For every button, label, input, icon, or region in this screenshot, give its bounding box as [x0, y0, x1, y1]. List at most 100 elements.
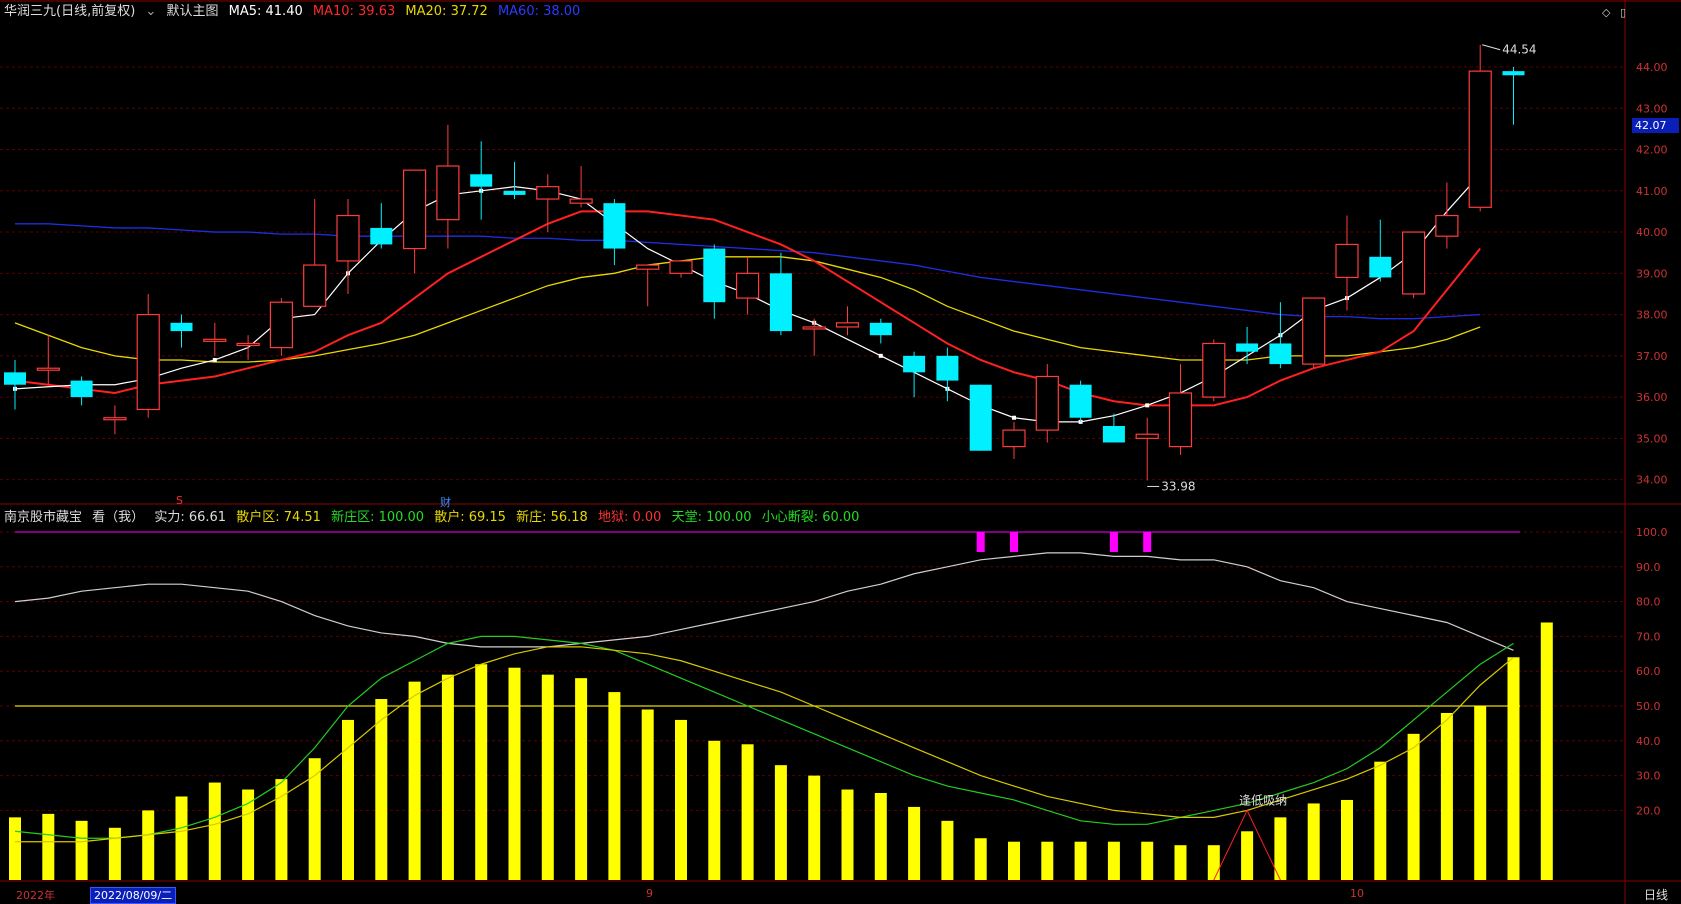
candle-down [969, 384, 992, 451]
ind-tick: 60.0 [1636, 665, 1661, 678]
candle-up [136, 313, 160, 411]
ma5-dot [1012, 415, 1016, 420]
candle-up [1401, 231, 1426, 295]
cai-marker[interactable]: 财 [440, 494, 451, 510]
indicator-view[interactable]: 看（我） [92, 510, 144, 525]
cursor-date-box: 2022/08/09/二 [90, 887, 177, 904]
candle-up [1002, 429, 1026, 448]
indicator-bar [308, 758, 321, 880]
price-tick: 36.00 [1636, 391, 1668, 404]
indicator-bar [908, 806, 921, 880]
magenta-marker [976, 532, 985, 552]
ind-tick: 90.0 [1636, 561, 1661, 574]
diyu-label: 地狱: 0.00 [597, 510, 662, 525]
candle-up [1435, 214, 1459, 237]
xiaoxin-label: 小心断裂: 60.00 [761, 510, 860, 525]
candle-down [1369, 256, 1392, 278]
xinzhuangqu-label: 新庄区: 100.00 [331, 510, 425, 525]
stock-chart-canvas[interactable]: 44.00 43.00 42.00 41.00 40.00 39.00 38.00 37.00… [0, 0, 1681, 904]
candle-up [1168, 392, 1193, 448]
indicator-bar [1507, 657, 1520, 880]
candle-down [70, 380, 93, 398]
candle-up [1302, 297, 1326, 365]
candle-down [1502, 71, 1525, 76]
indicator-bar [808, 775, 821, 880]
indicator-name[interactable]: 南京股市藏宝 [4, 510, 82, 525]
indicator-bar [608, 692, 621, 880]
ind-tick: 50.0 [1636, 700, 1661, 713]
ma60-label: MA60: 38.00 [497, 4, 581, 19]
indicator-bar [541, 674, 554, 880]
indicator-bar [475, 664, 488, 880]
candle-up [1202, 342, 1226, 398]
price-tick: 34.00 [1636, 474, 1668, 487]
ind-yellow-line [15, 646, 1514, 843]
indicator-bar [841, 789, 854, 880]
indicator-bar [708, 740, 721, 880]
magenta-marker [1143, 532, 1152, 552]
indicator-bar [1207, 845, 1220, 880]
indicator-bar [774, 765, 787, 880]
shili-label: 实力: 66.61 [154, 510, 227, 525]
indicator-bar [741, 744, 754, 880]
indicator-bar [1174, 845, 1187, 880]
ma5-dot [878, 353, 883, 358]
candle-down [370, 227, 393, 245]
indicator-bar [175, 796, 188, 880]
indicator-bar [42, 813, 55, 880]
ma5-label: MA5: 41.40 [228, 4, 303, 19]
period-tab[interactable]: 日线 [1644, 886, 1668, 903]
indicator-bar [1141, 841, 1154, 880]
candle-down [769, 273, 792, 332]
indicator-bar [1474, 706, 1487, 880]
main-chart-dropdown[interactable]: 默认主图 [166, 4, 218, 19]
x-month10-label: 10 [1350, 887, 1364, 900]
ind-green-line [14, 635, 1514, 839]
diamond-icon[interactable]: ◇ [1602, 6, 1610, 19]
candle-up [536, 186, 560, 200]
candle-down [170, 322, 193, 332]
high-label: 44.54 [1502, 43, 1536, 57]
ind-tick: 20.0 [1636, 804, 1661, 817]
indicator-bar [441, 674, 454, 880]
indicator-bar [375, 699, 388, 880]
s-marker[interactable]: S [176, 494, 183, 507]
settings-icon[interactable]: ▯ [1620, 6, 1626, 19]
candle-up [1335, 243, 1359, 279]
ma20-label: MA20: 37.72 [405, 4, 488, 19]
candle-up [1468, 70, 1492, 208]
candle-up [336, 214, 360, 262]
price-tick: 39.00 [1636, 267, 1668, 280]
candle-up [269, 301, 293, 349]
indicator-bar [1440, 712, 1453, 880]
x-year-label: 2022年 [16, 889, 55, 902]
candle-down [503, 190, 526, 195]
ind-tick: 100.0 [1636, 526, 1668, 539]
candle-up [203, 338, 227, 342]
indicator-bar [974, 838, 987, 880]
candle-down [703, 248, 726, 303]
indicator-bar [941, 820, 954, 880]
price-tick: 43.00 [1636, 102, 1668, 115]
candle-down [903, 355, 926, 373]
candle-down [1236, 343, 1259, 352]
candle-down [470, 174, 493, 187]
indicator-bar [1241, 831, 1254, 880]
candle-down [4, 372, 26, 385]
price-tick: 40.00 [1636, 226, 1668, 239]
price-tick: 35.00 [1636, 432, 1668, 445]
indicator-bar [1341, 799, 1353, 880]
indicator-bar [1041, 841, 1054, 880]
indicator-bar [575, 678, 588, 880]
indicator-bar [1540, 622, 1553, 880]
indicator-header: 南京股市藏宝 看（我） 实力: 66.61 散户区: 74.51 新庄区: 10… [4, 510, 865, 526]
main-chart-header: 华润三九(日线,前复权) ⌄ 默认主图 MA5: 41.40 MA10: 39.… [4, 4, 586, 20]
candle-up [1135, 433, 1159, 439]
candle-up [436, 165, 460, 221]
magenta-marker [1010, 532, 1018, 552]
chevron-down-icon[interactable]: ⌄ [145, 4, 156, 19]
candle-up [36, 367, 60, 371]
candle-up [835, 322, 860, 328]
indicator-bar [208, 782, 221, 880]
stock-title[interactable]: 华润三九(日线,前复权) [4, 4, 135, 19]
